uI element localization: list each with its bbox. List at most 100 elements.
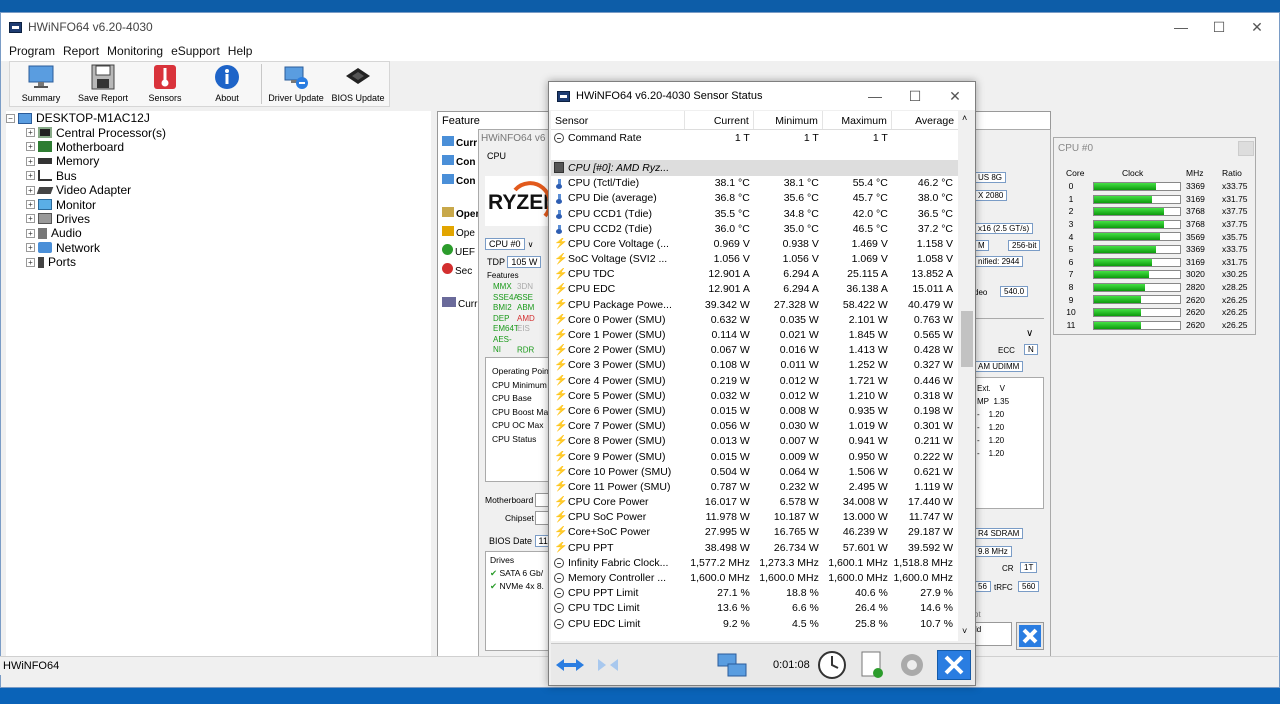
menu-esupport[interactable]: eSupport <box>167 44 224 58</box>
sensor-row[interactable]: CPU PPT Limit 27.1 % 18.8 % 40.6 % 27.9 % <box>551 586 958 601</box>
sensor-row[interactable]: ⚡ Core 2 Power (SMU) 0.067 W 0.016 W 1.413 W… <box>551 343 958 358</box>
tree-item-audio[interactable]: + Audio <box>6 226 431 240</box>
sensor-row[interactable]: ⚡ Core+SoC Power 27.995 W 16.765 W 46.239 W 2… <box>551 525 958 540</box>
sensor-row[interactable]: ⚡ CPU TDC 12.901 A 6.294 A 25.115 A 13.852 A <box>551 267 958 282</box>
expand-icon[interactable]: + <box>26 171 35 181</box>
expand-icon[interactable]: + <box>26 185 35 195</box>
scroll-up-icon[interactable]: ˄ <box>962 113 967 123</box>
sensor-row[interactable]: ⚡ Core 6 Power (SMU) 0.015 W 0.008 W 0.935 W… <box>551 403 958 418</box>
col-current[interactable]: Current <box>685 111 754 129</box>
sensor-row[interactable]: CPU Die (average) 36.8 °C 35.6 °C 45.7 °C 38… <box>551 191 958 206</box>
collapse-icon[interactable]: − <box>6 113 15 123</box>
sensors-button[interactable]: Sensors <box>134 62 196 106</box>
sensor-row[interactable]: ⚡ CPU PPT 38.498 W 26.734 W 57.601 W 39.592 W <box>551 540 958 555</box>
sensor-row[interactable]: ⚡ SoC Voltage (SVI2 ... 1.056 V 1.056 V 1.06… <box>551 252 958 267</box>
expand-icon[interactable]: + <box>26 142 35 152</box>
sensor-row[interactable]: Memory Controller ... 1,600.0 MHz 1,600.0 … <box>551 570 958 585</box>
scroll-thumb[interactable] <box>961 311 973 367</box>
chevron-down-icon[interactable]: ∨ <box>1026 328 1033 339</box>
expand-icon[interactable]: + <box>26 156 35 166</box>
expand-icon[interactable]: + <box>26 257 35 267</box>
menu-monitoring[interactable]: Monitoring <box>103 44 167 58</box>
sensor-row[interactable]: Infinity Fabric Clock... 1,577.2 MHz 1,273… <box>551 555 958 570</box>
tree-item-network[interactable]: + Network <box>6 241 431 255</box>
expand-icon[interactable]: + <box>26 228 35 238</box>
col-maximum[interactable]: Maximum <box>823 111 892 129</box>
sensor-row[interactable]: Command Rate 1 T 1 T 1 T <box>551 130 958 145</box>
sensor-row[interactable]: ⚡ Core 9 Power (SMU) 0.015 W 0.009 W 0.950 W… <box>551 449 958 464</box>
expand-icon[interactable]: + <box>26 214 35 224</box>
sensor-row[interactable]: ⚡ Core 11 Power (SMU) 0.787 W 0.232 W 2.495 … <box>551 479 958 494</box>
about-button[interactable]: About <box>196 62 258 106</box>
sensor-row[interactable]: ⚡ CPU Package Powe... 39.342 W 27.328 W 58.4… <box>551 297 958 312</box>
tree-item-monitor[interactable]: + Monitor <box>6 197 431 212</box>
maximize-button[interactable]: ☐ <box>1199 13 1239 41</box>
sensor-row[interactable]: ⚡ Core 8 Power (SMU) 0.013 W 0.007 W 0.941 W… <box>551 434 958 449</box>
tree-item-ports[interactable]: + Ports <box>6 255 431 269</box>
tree-item-drives[interactable]: + Drives <box>6 212 431 226</box>
sensor-row[interactable]: ⚡ Core 7 Power (SMU) 0.056 W 0.030 W 1.019 W… <box>551 419 958 434</box>
tree-root[interactable]: − DESKTOP-M1AC12J <box>6 111 431 125</box>
feature-item[interactable]: Con <box>442 153 479 172</box>
sensor-row[interactable]: ⚡ Core 5 Power (SMU) 0.032 W 0.012 W 1.210 W… <box>551 388 958 403</box>
network-button[interactable] <box>715 650 749 680</box>
sensor-close-toolbar-button[interactable] <box>937 650 971 680</box>
tree-item-motherboard[interactable]: + Motherboard <box>6 140 431 154</box>
sensor-row[interactable]: CPU CCD2 (Tdie) 36.0 °C 35.0 °C 46.5 °C 37.2… <box>551 221 958 236</box>
col-sensor[interactable]: Sensor <box>551 111 685 129</box>
sensor-row[interactable]: CPU TDC Limit 13.6 % 6.6 % 26.4 % 14.6 % <box>551 601 958 616</box>
settings-button[interactable] <box>895 650 929 680</box>
sensor-row[interactable]: ⚡ Core 10 Power (SMU) 0.504 W 0.064 W 1.506 … <box>551 464 958 479</box>
sensor-row[interactable]: ⚡ CPU EDC 12.901 A 6.294 A 36.138 A 15.011 A <box>551 282 958 297</box>
scroll-down-icon[interactable]: ˅ <box>962 626 967 636</box>
sensor-row[interactable]: ⚡ Core 0 Power (SMU) 0.632 W 0.035 W 2.101 W… <box>551 312 958 327</box>
feature-item[interactable]: Sec <box>442 262 479 281</box>
sensor-row[interactable]: CPU CCD1 (Tdie) 35.5 °C 34.8 °C 42.0 °C 36.5… <box>551 206 958 221</box>
expand-icon[interactable]: + <box>26 243 35 253</box>
sensor-row[interactable] <box>551 145 958 160</box>
sensor-group-row[interactable]: CPU [#0]: AMD Ryz... <box>551 160 958 176</box>
feature-item[interactable]: Oper <box>442 205 479 224</box>
sensor-row[interactable]: ⚡ CPU SoC Power 11.978 W 10.187 W 13.000 W 11… <box>551 510 958 525</box>
sensor-row[interactable]: ⚡ CPU Core Voltage (... 0.969 V 0.938 V 1.46… <box>551 236 958 251</box>
feature-item[interactable]: Curr <box>442 295 479 314</box>
minimize-button[interactable]: — <box>1161 13 1201 41</box>
menu-help[interactable]: Help <box>224 44 257 58</box>
drive-item[interactable]: ✔ NVMe 4x 8. <box>490 580 556 593</box>
sensor-row[interactable]: ⚡ Core 3 Power (SMU) 0.108 W 0.011 W 1.252 W… <box>551 358 958 373</box>
sensor-row[interactable]: CPU (Tctl/Tdie) 38.1 °C 38.1 °C 55.4 °C 46.2… <box>551 176 958 191</box>
cpu-select[interactable]: CPU #0 ∨ <box>485 238 533 250</box>
summary-button[interactable]: Summary <box>10 62 72 106</box>
clock-button[interactable] <box>815 650 849 680</box>
sensor-maximize-button[interactable]: ☐ <box>895 82 935 110</box>
feature-item[interactable]: Con <box>442 172 479 191</box>
feature-item[interactable]: Ope <box>442 224 479 243</box>
menu-report[interactable]: Report <box>59 44 103 58</box>
col-minimum[interactable]: Minimum <box>754 111 823 129</box>
tree-item-bus[interactable]: + Bus <box>6 169 431 183</box>
sensor-minimize-button[interactable]: — <box>855 82 895 110</box>
sensor-row[interactable]: ⚡ Core 1 Power (SMU) 0.114 W 0.021 W 1.845 W… <box>551 327 958 342</box>
col-average[interactable]: Average <box>892 111 958 129</box>
feature-item[interactable]: Curr <box>442 134 479 153</box>
close-button[interactable]: ✕ <box>1237 13 1277 41</box>
expand-icon[interactable]: + <box>26 128 35 138</box>
sensor-close-button[interactable]: ✕ <box>935 82 975 110</box>
core-window-close-button[interactable] <box>1238 141 1254 156</box>
tree-item-cpu[interactable]: + Central Processor(s) <box>6 125 431 140</box>
feature-item[interactable]: UEF <box>442 243 479 262</box>
bios-update-button[interactable]: BIOS Update <box>327 62 389 106</box>
save-report-button[interactable]: Save Report <box>72 62 134 106</box>
sensor-row[interactable]: CPU EDC Limit 9.2 % 4.5 % 25.8 % 10.7 % <box>551 616 958 631</box>
expand-icon[interactable]: + <box>26 200 35 210</box>
summary-close-button[interactable] <box>1016 622 1044 650</box>
sensor-row[interactable]: ⚡ CPU Core Power 16.017 W 6.578 W 34.008 W 17… <box>551 495 958 510</box>
sensor-row[interactable]: ⚡ Core 4 Power (SMU) 0.219 W 0.012 W 1.721 W… <box>551 373 958 388</box>
tree-item-memory[interactable]: + Memory <box>6 154 431 168</box>
menu-program[interactable]: Program <box>5 44 59 58</box>
nav-arrows-button[interactable] <box>553 650 587 680</box>
tree-item-video-adapter[interactable]: + Video Adapter <box>6 183 431 197</box>
report-button[interactable] <box>855 650 889 680</box>
sensor-scrollbar[interactable]: ˄ ˅ <box>959 111 975 641</box>
driver-update-button[interactable]: Driver Update <box>265 62 327 106</box>
